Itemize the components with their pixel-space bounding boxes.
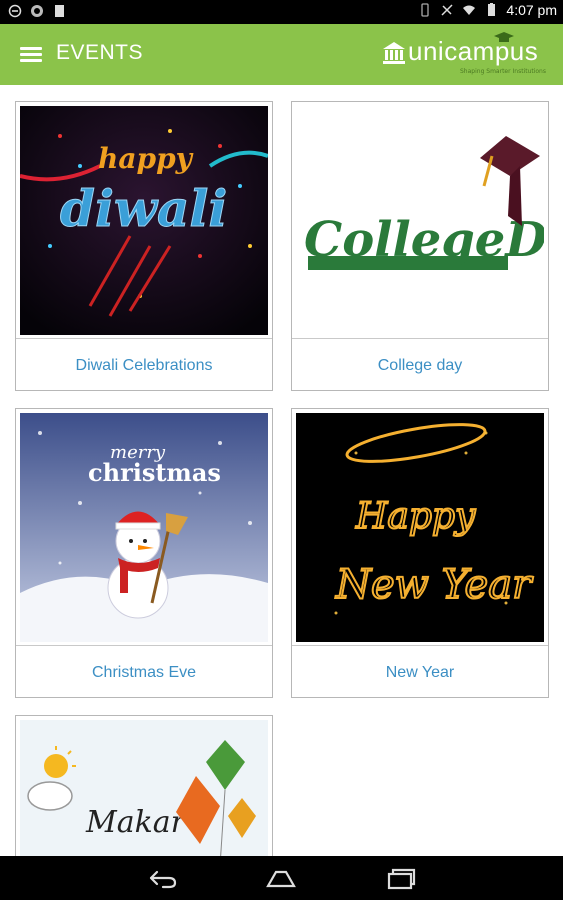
event-card-college-day[interactable]: CollegeDay College day [291, 101, 549, 391]
vibrate-icon [421, 3, 430, 17]
event-card-christmas-eve[interactable]: merry christmas Christmas Eve [15, 408, 273, 698]
event-label: New Year [385, 664, 455, 681]
status-right-icons: 4:07 pm [418, 2, 557, 18]
event-label: Diwali Celebrations [75, 357, 213, 374]
menu-icon[interactable] [20, 47, 42, 63]
app-bar: EVENTS unicampus Shaping Smarter Institu… [0, 24, 563, 85]
logo-tagline: Shaping Smarter Institutions [460, 68, 546, 75]
svg-text:CollegeDay: CollegeDay [304, 212, 544, 268]
christmas-image: merry christmas [20, 413, 268, 642]
unicampus-logo: unicampus Shaping Smarter Institutions [382, 32, 552, 78]
event-label: College day [377, 357, 463, 374]
svg-text:happy: happy [98, 142, 194, 175]
svg-text:Happy: Happy [355, 496, 476, 537]
makar-image: Makar [20, 720, 268, 866]
svg-text:diwali: diwali [60, 179, 227, 238]
building-icon [383, 42, 405, 64]
battery-icon [488, 3, 496, 16]
minus-circle-icon [8, 4, 22, 18]
svg-text:christmas: christmas [88, 458, 221, 487]
recents-icon[interactable] [384, 866, 418, 890]
svg-text:New Year: New Year [335, 562, 534, 608]
status-bar: 4:07 pm [0, 0, 563, 24]
logo-text: unicampus [408, 36, 539, 66]
status-time: 4:07 pm [506, 2, 557, 18]
event-label: Christmas Eve [91, 664, 197, 681]
event-card-makar[interactable]: Makar [15, 715, 273, 866]
back-icon[interactable] [145, 866, 179, 890]
makar-text: Makar [85, 805, 187, 840]
home-icon[interactable] [264, 866, 298, 890]
graduation-cap-icon [494, 32, 514, 42]
no-signal-icon [441, 4, 453, 16]
sd-card-icon [55, 5, 64, 17]
sync-icon [31, 5, 43, 17]
diwali-image: happy diwali [20, 106, 268, 335]
page-title: EVENTS [56, 41, 144, 64]
college-day-image: CollegeDay [296, 106, 544, 335]
event-card-new-year[interactable]: Happy New Year New Year [291, 408, 549, 698]
new-year-image: Happy New Year [296, 413, 544, 642]
event-card-diwali[interactable]: happy diwali Diwali Celebrations [15, 101, 273, 391]
navigation-bar [0, 856, 563, 900]
status-left-icons [8, 4, 66, 18]
wifi-icon [463, 5, 476, 15]
